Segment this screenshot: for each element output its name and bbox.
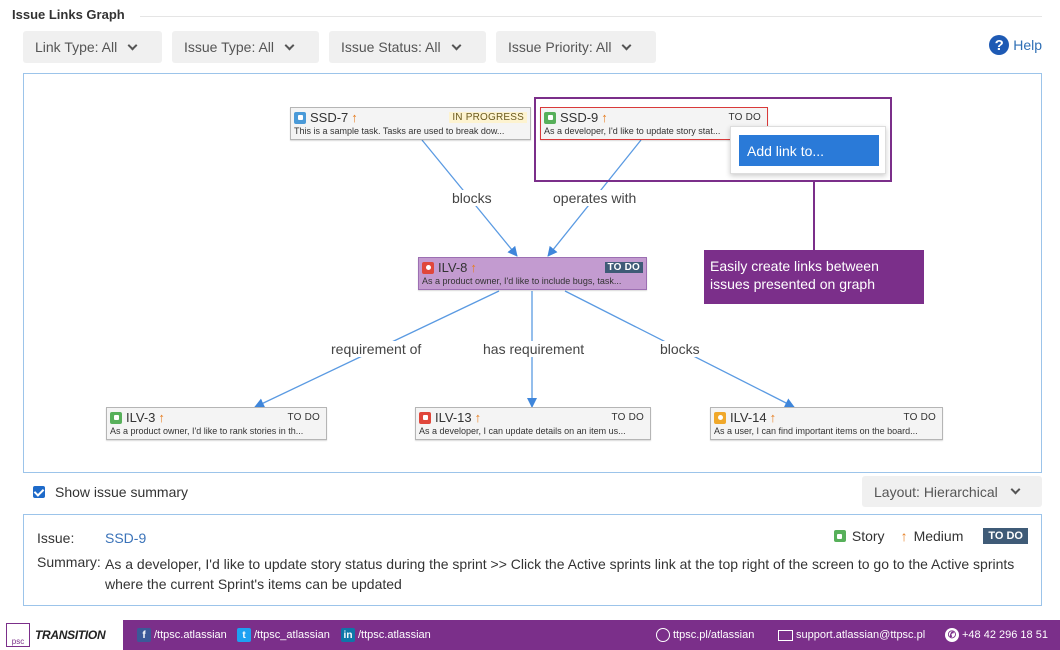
facebook-handle[interactable]: /ttpsc.atlassian (154, 629, 227, 641)
link-type-filter[interactable]: Link Type: All (23, 31, 162, 63)
issue-priority-filter[interactable]: Issue Priority: All (496, 31, 656, 63)
twitter-icon: t (237, 628, 251, 642)
issue-priority-filter-label: Issue Priority: All (508, 39, 612, 55)
priority-label: Medium (913, 528, 964, 544)
help-icon[interactable]: ? (989, 35, 1010, 55)
issue-label: Issue: (37, 530, 75, 546)
priority-medium-icon: ↑ (769, 410, 777, 425)
help-label[interactable]: Help (1013, 37, 1042, 53)
twitter-handle[interactable]: /ttpsc_atlassian (254, 629, 330, 641)
footer-brand: psc TRANSITION (0, 620, 123, 650)
highlight-box (534, 97, 892, 182)
edge-label: requirement of (330, 341, 423, 357)
brand-name: TRANSITION (35, 628, 106, 642)
issue-summary: As a product owner, I'd like to rank sto… (110, 426, 304, 436)
status-badge: TO DO (983, 528, 1028, 544)
issue-node-ssd-7[interactable]: SSD-7 ↑ IN PROGRESS This is a sample tas… (290, 107, 531, 140)
issue-type-filter[interactable]: Issue Type: All (172, 31, 319, 63)
issue-key: ILV-13 (435, 410, 472, 425)
task-icon (294, 111, 306, 124)
phone-number[interactable]: +48 42 296 18 51 (962, 629, 1048, 641)
email-link[interactable]: support.atlassian@ttpsc.pl (778, 620, 925, 650)
issue-key: SSD-7 (310, 110, 349, 125)
chevron-down-icon (1010, 484, 1021, 495)
priority-medium-icon: ↑ (351, 110, 358, 125)
improvement-icon (110, 411, 122, 424)
summary-label: Summary: (37, 554, 101, 570)
idea-icon (714, 411, 726, 424)
edge-label: has requirement (482, 341, 586, 357)
issue-key-link[interactable]: SSD-9 (105, 530, 146, 546)
show-summary-checkbox[interactable] (33, 486, 45, 498)
mail-icon (778, 629, 793, 641)
globe-icon (656, 628, 670, 642)
issue-meta: Story ↑ Medium TO DO (833, 528, 1028, 544)
twitter-link[interactable]: t /ttpsc_atlassian (237, 620, 330, 650)
issue-type-filter-label: Issue Type: All (184, 39, 275, 55)
edge-label: blocks (659, 341, 701, 357)
linkedin-icon: in (341, 628, 355, 642)
layout-select[interactable]: Layout: Hierarchical (862, 476, 1042, 507)
story-icon (833, 530, 846, 542)
issue-node-ilv-3[interactable]: ILV-3 ↑ TO DO As a product owner, I'd li… (106, 407, 327, 440)
status-badge: IN PROGRESS (449, 112, 527, 123)
issue-summary-text: As a developer, I'd like to update story… (105, 556, 1015, 592)
psc-logo: psc (6, 623, 30, 647)
priority-medium-icon: ↑ (158, 410, 165, 425)
show-summary-label[interactable]: Show issue summary (55, 484, 188, 500)
callout-connector (813, 182, 815, 250)
priority-medium-icon: ↑ (470, 260, 477, 275)
issue-key: ILV-14 (730, 410, 767, 425)
status-badge: TO DO (611, 412, 644, 423)
website-link[interactable]: ttpsc.pl/atlassian (656, 620, 754, 650)
priority-medium-icon: ↑ (474, 410, 482, 425)
linkedin-link[interactable]: in /ttpsc.atlassian (341, 620, 431, 650)
linkedin-handle[interactable]: /ttpsc.atlassian (358, 629, 431, 641)
issue-key: ILV-8 (438, 260, 468, 275)
status-badge: TO DO (604, 262, 643, 273)
issue-status-filter[interactable]: Issue Status: All (329, 31, 486, 63)
help-link[interactable]: ? Help (989, 35, 1042, 55)
website-url[interactable]: ttpsc.pl/atlassian (673, 629, 754, 641)
issue-node-ilv-8[interactable]: ILV-8 ↑ TO DO As a product owner, I'd li… (418, 257, 647, 290)
title-divider (140, 16, 1042, 17)
status-badge: TO DO (903, 412, 936, 423)
chevron-down-icon (127, 40, 138, 50)
issue-summary: This is a sample task. Tasks are used to… (294, 126, 505, 136)
facebook-link[interactable]: f /ttpsc.atlassian (137, 620, 227, 650)
chevron-down-icon (451, 40, 462, 50)
facebook-icon: f (137, 628, 151, 642)
show-summary-option[interactable]: Show issue summary (33, 484, 188, 500)
issue-status-filter-label: Issue Status: All (341, 39, 441, 55)
callout-annotation: Easily create links between issues prese… (704, 250, 924, 304)
issue-summary: As a product owner, I'd like to include … (422, 276, 622, 286)
phone-icon: ✆ (945, 628, 959, 642)
chevron-down-icon (284, 40, 295, 50)
phone-link[interactable]: ✆ +48 42 296 18 51 (945, 620, 1048, 650)
chevron-down-icon (622, 40, 632, 50)
issue-node-ilv-13[interactable]: ILV-13 ↑ TO DO As a developer, I can upd… (415, 407, 651, 440)
blocker-icon (419, 411, 431, 424)
issue-summary: As a developer, I can update details on … (419, 426, 626, 436)
issue-node-ilv-14[interactable]: ILV-14 ↑ TO DO As a user, I can find imp… (710, 407, 943, 440)
layout-select-label: Layout: Hierarchical (874, 483, 998, 500)
issue-type-label: Story (851, 528, 885, 544)
footer-bar: psc TRANSITION f /ttpsc.atlassian t /ttp… (0, 620, 1060, 650)
issue-summary: As a user, I can find important items on… (714, 426, 918, 436)
bug-icon (422, 261, 434, 274)
link-type-filter-label: Link Type: All (35, 39, 118, 55)
page-title: Issue Links Graph (12, 7, 125, 22)
priority-medium-icon: ↑ (900, 528, 908, 544)
issue-links-graph[interactable]: blocks operates with requirement of has … (23, 73, 1042, 473)
email-address[interactable]: support.atlassian@ttpsc.pl (796, 629, 925, 641)
issue-details-panel: Issue: SSD-9 Summary: As a developer, I'… (23, 514, 1042, 606)
edge-label: operates with (552, 190, 638, 206)
issue-key: ILV-3 (126, 410, 156, 425)
status-badge: TO DO (287, 412, 320, 423)
edge-label: blocks (451, 190, 493, 206)
